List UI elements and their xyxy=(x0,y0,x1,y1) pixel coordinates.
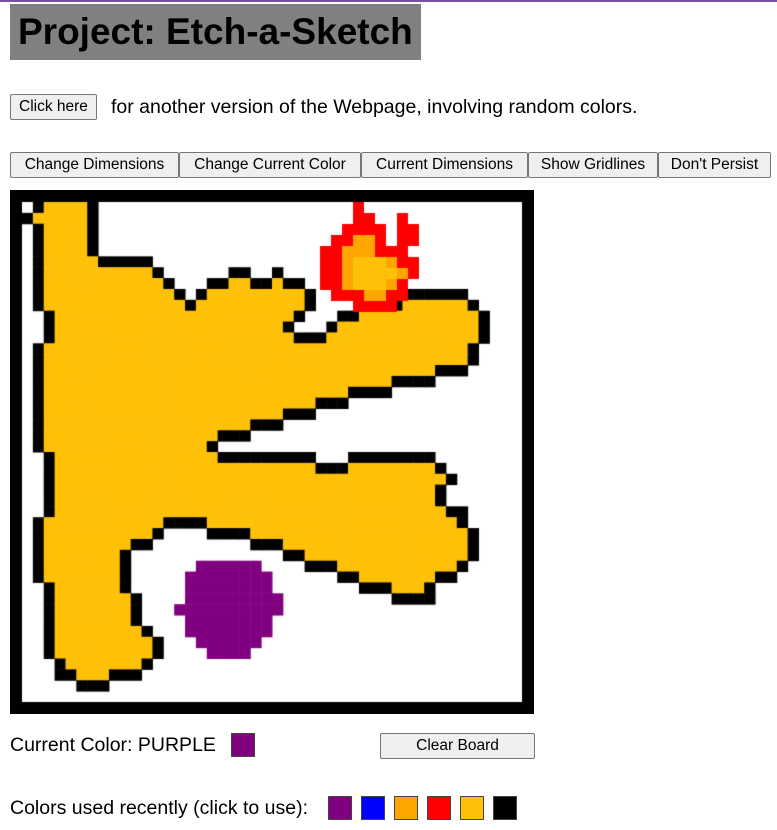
recent-color-swatch-black[interactable] xyxy=(493,796,517,820)
clear-board-button[interactable]: Clear Board xyxy=(380,733,535,759)
change-dimensions-button[interactable]: Change Dimensions xyxy=(10,152,179,178)
current-color-name: PURPLE xyxy=(137,734,216,756)
change-current-color-button[interactable]: Change Current Color xyxy=(179,152,361,178)
sketch-board[interactable] xyxy=(10,190,534,714)
show-gridlines-button[interactable]: Show Gridlines xyxy=(528,152,658,178)
recent-color-swatch-orange[interactable] xyxy=(394,796,418,820)
current-color-swatch xyxy=(231,733,255,757)
current-dimensions-button[interactable]: Current Dimensions xyxy=(361,152,528,178)
dont-persist-button[interactable]: Don't Persist xyxy=(658,152,771,178)
recent-color-swatch-blue[interactable] xyxy=(361,796,385,820)
current-color-label: Current Color: PURPLE xyxy=(10,734,216,756)
recent-color-swatch-gold[interactable] xyxy=(460,796,484,820)
recent-color-swatch-red[interactable] xyxy=(427,796,451,820)
random-colors-version-button[interactable]: Click here xyxy=(10,94,97,120)
intro-text: for another version of the Webpage, invo… xyxy=(111,96,638,118)
page-title: Project: Etch-a-Sketch xyxy=(10,4,421,60)
recent-colors-label: Colors used recently (click to use): xyxy=(10,797,309,819)
recent-color-swatch-purple[interactable] xyxy=(328,796,352,820)
